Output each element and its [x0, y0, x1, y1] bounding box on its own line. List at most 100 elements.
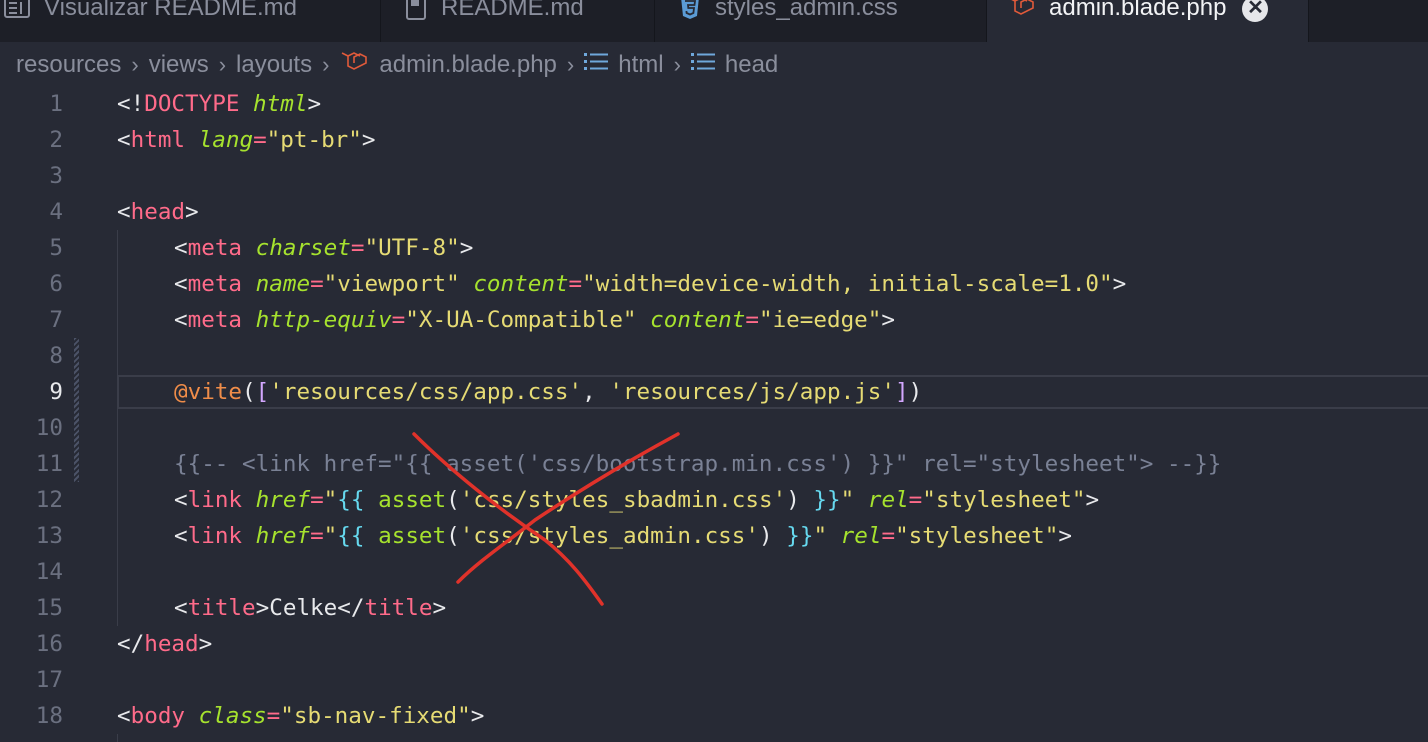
- editor-tab-bar: Visualizar README.md README.md styles_ad…: [0, 0, 1428, 42]
- code-token: <: [174, 595, 188, 621]
- code-token: meta: [187, 235, 243, 261]
- code-line[interactable]: 11 {{-- <link href="{{ asset('css/bootstr…: [0, 446, 1428, 482]
- breadcrumb-label: html: [618, 51, 664, 78]
- code-token: >: [459, 235, 474, 261]
- code-text: <html lang="pt-br">: [117, 122, 376, 158]
- code-token: rel: [867, 487, 909, 513]
- code-line[interactable]: 7 <meta http-equiv="X-UA-Compatible" cont…: [0, 302, 1428, 338]
- code-line[interactable]: 18 <body class="sb-nav-fixed">: [0, 698, 1428, 734]
- code-line[interactable]: 9 @vite(['resources/css/app.css', 'resour…: [0, 374, 1428, 410]
- code-token: ": [323, 523, 338, 549]
- code-token: title: [187, 595, 256, 621]
- code-token: =: [908, 487, 923, 513]
- line-number: 6: [49, 271, 63, 297]
- code-text: <meta name="viewport" content="width=dev…: [174, 266, 1126, 302]
- code-token: >: [255, 595, 270, 621]
- laravel-icon: [1007, 0, 1035, 25]
- code-editor[interactable]: 1 <!DOCTYPE html> 2 <html lang="pt-br"> 3 4 <h…: [0, 86, 1428, 742]
- code-line[interactable]: 13 <link href="{{ asset('css/styles_admin…: [0, 518, 1428, 554]
- code-line[interactable]: 1 <!DOCTYPE html>: [0, 86, 1428, 122]
- code-token: (: [446, 523, 460, 549]
- breadcrumb-item-layouts[interactable]: layouts: [236, 51, 312, 79]
- tab-visualizar-readme[interactable]: Visualizar README.md: [0, 0, 381, 42]
- code-line[interactable]: 2 <html lang="pt-br">: [0, 122, 1428, 158]
- code-token: <: [174, 523, 188, 549]
- code-line[interactable]: 3: [0, 158, 1428, 194]
- code-line[interactable]: 5 <meta charset="UTF-8">: [0, 230, 1428, 266]
- code-token: html: [253, 91, 308, 117]
- code-token: <: [174, 487, 188, 513]
- code-token: "stylesheet": [895, 523, 1059, 549]
- code-token: 'resources/css/app.css': [269, 379, 583, 405]
- line-number: 4: [49, 199, 63, 225]
- breadcrumb-item-views[interactable]: views: [149, 51, 209, 79]
- code-token: {{-- <link href="{{ asset('css/bootstrap…: [174, 451, 1222, 477]
- breadcrumb-separator: ›: [673, 52, 681, 77]
- code-token: href: [255, 523, 311, 549]
- code-text: <meta http-equiv="X-UA-Compatible" conte…: [174, 302, 895, 338]
- code-token: "X-UA-Compatible": [405, 307, 637, 333]
- code-token: content: [650, 307, 746, 333]
- tab-label: admin.blade.php: [1049, 0, 1227, 21]
- code-token: ": [840, 487, 855, 513]
- code-token: name: [255, 271, 311, 297]
- code-token: {{: [337, 487, 365, 513]
- tab-admin-blade-php[interactable]: admin.blade.php ✕: [987, 0, 1309, 42]
- code-text: @vite(['resources/css/app.css', 'resourc…: [174, 374, 922, 410]
- close-tab-button[interactable]: ✕: [1242, 0, 1269, 22]
- code-line[interactable]: 17: [0, 662, 1428, 698]
- code-line[interactable]: 10: [0, 410, 1428, 446]
- code-token: ): [908, 379, 923, 405]
- code-line[interactable]: 8: [0, 338, 1428, 374]
- line-number: 10: [35, 415, 63, 441]
- code-token: rel: [840, 523, 882, 549]
- tab-label: Visualizar README.md: [44, 0, 297, 21]
- code-line[interactable]: 4 <head>: [0, 194, 1428, 230]
- code-text: <head>: [117, 194, 199, 230]
- breadcrumb-label: views: [148, 51, 209, 78]
- code-token: =: [350, 235, 365, 261]
- line-number: 8: [49, 343, 63, 369]
- breadcrumb-item-html[interactable]: html: [584, 51, 664, 79]
- code-token: ,: [582, 379, 610, 405]
- code-token: meta: [187, 271, 243, 297]
- breadcrumb-label: admin.blade.php: [379, 51, 557, 78]
- line-number: 15: [35, 595, 63, 621]
- line-number: 18: [35, 703, 63, 729]
- tab-styles-admin-css[interactable]: styles_admin.css: [655, 0, 987, 42]
- breadcrumb-item-head[interactable]: head: [690, 51, 778, 79]
- code-line[interactable]: 12 <link href="{{ asset('css/styles_sbadm…: [0, 482, 1428, 518]
- code-token: <: [174, 307, 188, 333]
- code-line[interactable]: 14: [0, 554, 1428, 590]
- line-number: 11: [35, 451, 63, 477]
- tab-label: styles_admin.css: [715, 0, 898, 21]
- code-line[interactable]: 6 <meta name="viewport" content="width=de…: [0, 266, 1428, 302]
- code-token: {{: [337, 523, 365, 549]
- code-token: charset: [255, 235, 351, 261]
- code-token: =: [391, 307, 406, 333]
- code-token: <: [117, 127, 131, 153]
- code-text: <!DOCTYPE html>: [117, 86, 321, 122]
- code-line[interactable]: 15 <title>Celke</title>: [0, 590, 1428, 626]
- preview-icon: [4, 0, 30, 25]
- code-token: <: [174, 271, 188, 297]
- breadcrumb-item-resources[interactable]: resources: [16, 51, 121, 79]
- breadcrumb-item-file[interactable]: admin.blade.php: [339, 51, 557, 80]
- code-token: (: [242, 379, 256, 405]
- line-number: 5: [49, 235, 63, 261]
- code-token: <!: [117, 91, 145, 117]
- code-token: =: [745, 307, 759, 333]
- code-token: </: [117, 631, 145, 657]
- tab-readme[interactable]: README.md: [381, 0, 655, 42]
- code-token: >: [1085, 487, 1100, 513]
- line-number: 16: [35, 631, 63, 657]
- code-line[interactable]: 16 </head>: [0, 626, 1428, 662]
- code-token: }}: [786, 523, 814, 549]
- code-token: class: [198, 703, 267, 729]
